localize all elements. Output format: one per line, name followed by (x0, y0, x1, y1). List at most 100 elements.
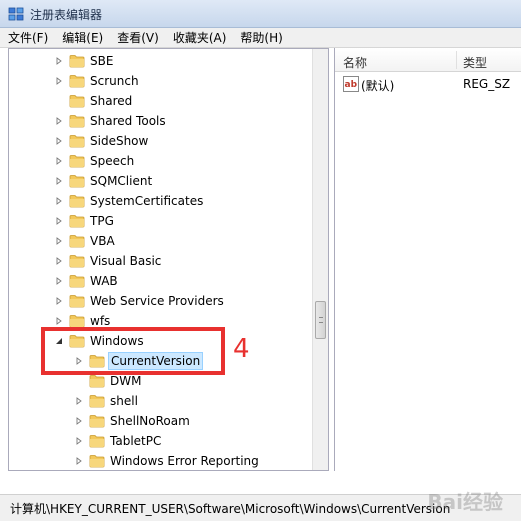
tree-node[interactable]: TPG (53, 211, 116, 231)
folder-icon (89, 455, 105, 468)
tree-node-label: Web Service Providers (90, 294, 224, 308)
value-name: (默认) (361, 79, 395, 93)
expand-arrow-icon[interactable] (53, 115, 65, 127)
tree-node-label: Visual Basic (90, 254, 162, 268)
tree-node[interactable]: Scrunch (53, 71, 141, 91)
folder-icon (69, 295, 85, 308)
tree-node[interactable]: SQMClient (53, 171, 154, 191)
tree-node[interactable]: VBA (53, 231, 117, 251)
expand-arrow-icon[interactable] (53, 175, 65, 187)
menu-bar: 文件(F) 编辑(E) 查看(V) 收藏夹(A) 帮助(H) (0, 28, 521, 48)
tree-node[interactable]: TabletPC (73, 431, 163, 451)
tree-node[interactable]: Visual Basic (53, 251, 163, 271)
regedit-app-icon (8, 7, 24, 21)
tree-node-label: SideShow (90, 134, 149, 148)
expand-arrow-icon[interactable] (53, 55, 65, 67)
tree-node[interactable]: Speech (53, 151, 136, 171)
expand-arrow-icon[interactable] (53, 135, 65, 147)
expand-arrow-icon[interactable] (53, 295, 65, 307)
menu-help[interactable]: 帮助(H) (240, 29, 282, 46)
tree-node[interactable]: Shared Tools (53, 111, 168, 131)
annotation-step-number: 4 (233, 334, 250, 364)
folder-icon (69, 195, 85, 208)
menu-edit[interactable]: 编辑(E) (62, 29, 103, 46)
tree-node-label: shell (110, 394, 138, 408)
tree-node-label: TabletPC (110, 434, 162, 448)
folder-icon (89, 415, 105, 428)
folder-icon (89, 435, 105, 448)
tree-node[interactable]: SystemCertificates (53, 191, 205, 211)
tree-node-label: DWM (110, 374, 142, 388)
folder-icon (69, 75, 85, 88)
folder-icon (89, 395, 105, 408)
registry-tree-pane[interactable]: SBE Scrunch Shared Shared Tools SideShow Spee… (8, 48, 329, 471)
expand-arrow-icon[interactable] (53, 255, 65, 267)
window-title: 注册表编辑器 (30, 8, 103, 22)
values-list-header: 名称 类型 (335, 48, 521, 72)
expand-arrow-icon[interactable] (73, 435, 85, 447)
tree-node-label: TPG (90, 214, 114, 228)
tree-node[interactable]: SideShow (53, 131, 150, 151)
tree-node-label: Shared (90, 94, 133, 108)
tree-node-label: Speech (90, 154, 135, 168)
tree-vertical-scrollbar[interactable] (312, 49, 328, 470)
watermark: Bai经验 (427, 490, 503, 514)
menu-file[interactable]: 文件(F) (8, 29, 48, 46)
value-type: REG_SZ (463, 77, 511, 91)
tree-node-label: WAB (90, 274, 118, 288)
folder-icon (69, 255, 85, 268)
expand-arrow-icon[interactable] (53, 275, 65, 287)
value-row[interactable]: ab (默认) REG_SZ (335, 74, 521, 94)
column-header-name[interactable]: 名称 (343, 54, 367, 71)
expand-arrow-icon[interactable] (53, 235, 65, 247)
tree-node-label: ShellNoRoam (110, 414, 190, 428)
tree-node-label: SBE (90, 54, 114, 68)
title-bar: 注册表编辑器 (0, 0, 521, 28)
expand-arrow-icon[interactable] (73, 415, 85, 427)
folder-icon (69, 275, 85, 288)
tree-node[interactable]: Shared (53, 91, 134, 111)
folder-icon (69, 235, 85, 248)
folder-icon (69, 55, 85, 68)
column-separator[interactable] (456, 51, 457, 69)
tree-node[interactable]: shell (73, 391, 140, 411)
tree-node-label: SQMClient (90, 174, 153, 188)
folder-icon (69, 315, 85, 328)
annotation-highlight-box (41, 327, 225, 375)
no-expander (73, 375, 85, 387)
string-value-ab-icon: ab (343, 76, 359, 92)
tree-node[interactable]: SBE (53, 51, 115, 71)
tree-node-label: VBA (90, 234, 115, 248)
no-expander (53, 95, 65, 107)
expand-arrow-icon[interactable] (53, 155, 65, 167)
expand-arrow-icon[interactable] (73, 395, 85, 407)
scrollbar-thumb[interactable] (315, 301, 326, 339)
folder-icon (69, 175, 85, 188)
column-header-type[interactable]: 类型 (463, 54, 487, 71)
expand-arrow-icon[interactable] (53, 315, 65, 327)
tree-node-label: Shared Tools (90, 114, 166, 128)
menu-view[interactable]: 查看(V) (117, 29, 159, 46)
tree-node-label: Scrunch (90, 74, 139, 88)
expand-arrow-icon[interactable] (53, 215, 65, 227)
status-path: 计算机\HKEY_CURRENT_USER\Software\Microsoft… (10, 501, 451, 516)
expand-arrow-icon[interactable] (73, 455, 85, 467)
expand-arrow-icon[interactable] (53, 75, 65, 87)
svg-text:ab: ab (345, 80, 358, 90)
folder-icon (69, 115, 85, 128)
tree-node[interactable]: ShellNoRoam (73, 411, 192, 431)
tree-node[interactable]: Web Service Providers (53, 291, 226, 311)
registry-values-pane[interactable]: 名称 类型 ab (默认) REG_SZ (334, 48, 521, 471)
folder-icon (69, 135, 85, 148)
folder-icon (69, 155, 85, 168)
tree-node[interactable]: Windows Error Reporting (73, 451, 261, 470)
folder-icon (69, 95, 85, 108)
tree-node-label: SystemCertificates (90, 194, 204, 208)
scrollbar-grip-icon (319, 317, 323, 323)
tree-node[interactable]: WAB (53, 271, 120, 291)
folder-icon (69, 215, 85, 228)
expand-arrow-icon[interactable] (53, 195, 65, 207)
menu-favorites[interactable]: 收藏夹(A) (173, 29, 227, 46)
tree-node-label: Windows Error Reporting (110, 454, 259, 468)
folder-icon (89, 375, 105, 388)
